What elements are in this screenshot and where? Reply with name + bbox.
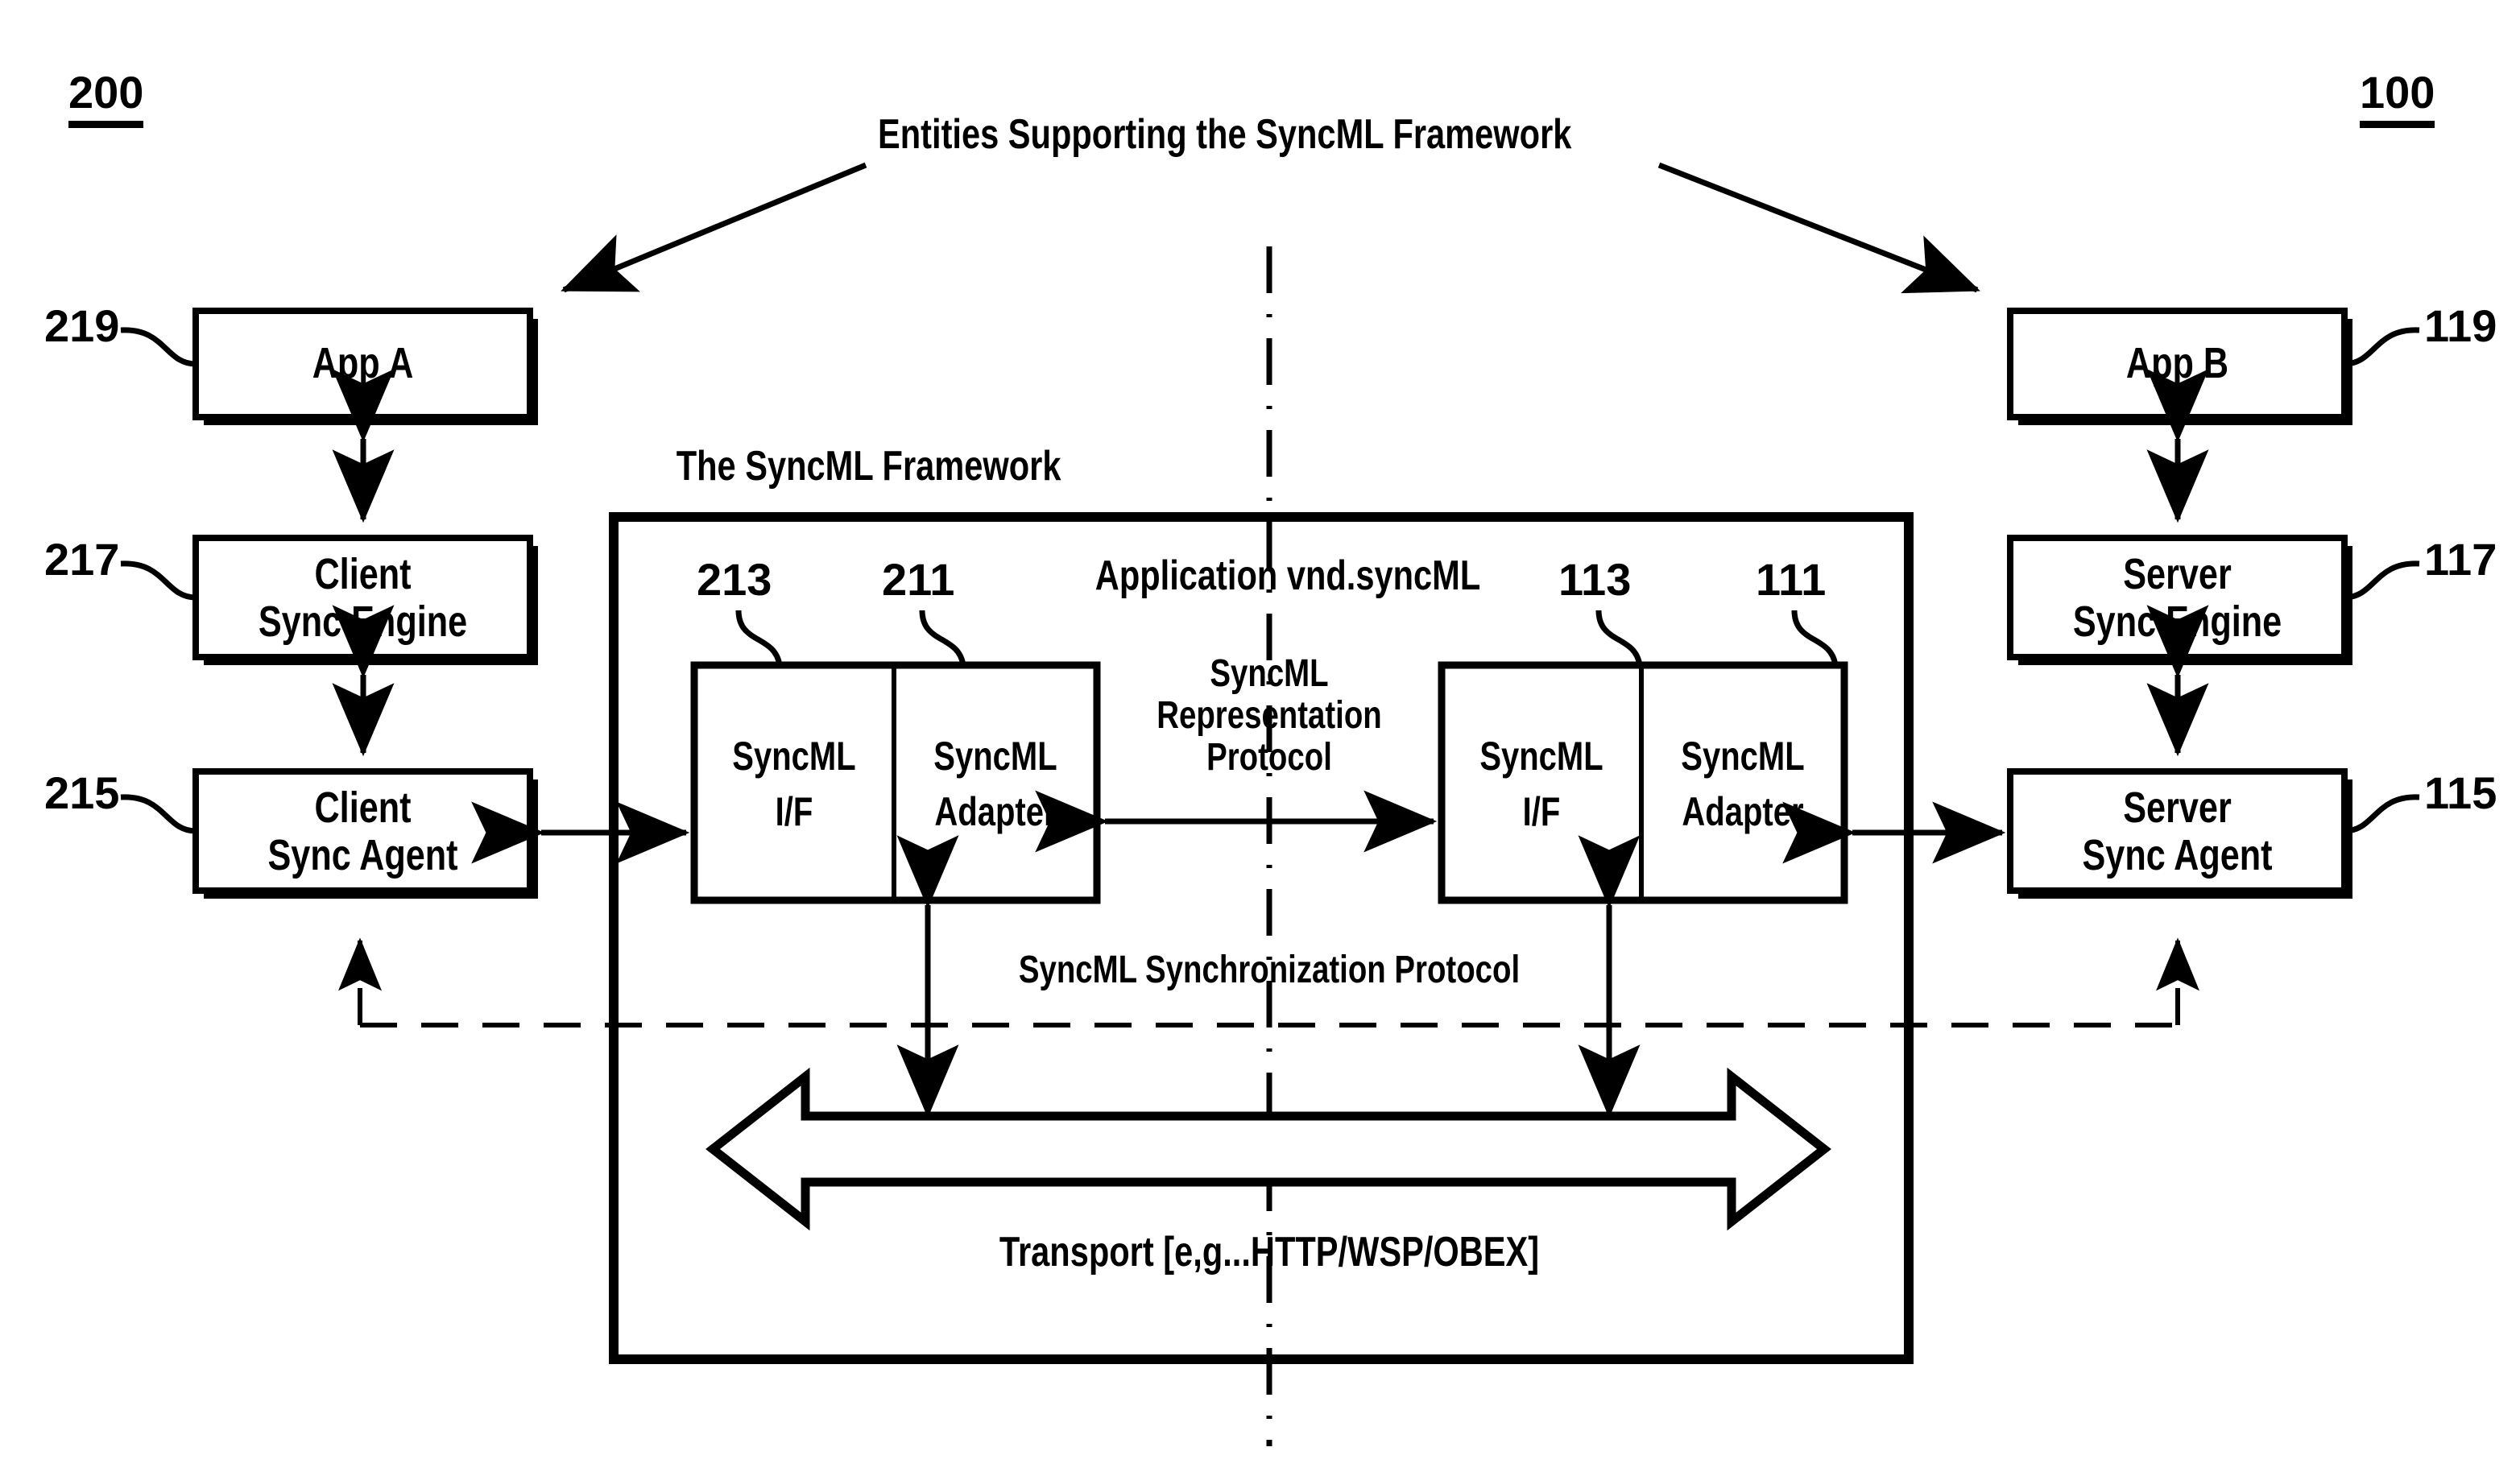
label-client-sync-agent-line1: Client — [314, 784, 412, 832]
refnum-client-syncml-if: 213 — [697, 554, 772, 605]
label-representation-protocol-line2: Representation — [1157, 694, 1382, 737]
label-server-sync-engine-line1: Server — [2123, 550, 2232, 598]
patent-figure-canvas: 200 100 Entities Supporting the SyncML F… — [0, 0, 2520, 1472]
label-client-syncml-adapter-line2: Adapter — [934, 789, 1057, 834]
refnum-server-syncml-if: 113 — [1558, 554, 1632, 605]
label-server-syncml-if-line2: I/F — [1522, 789, 1561, 834]
label-app-b: App B — [2125, 339, 2229, 387]
refnum-client-system: 200 — [68, 68, 144, 129]
leader-113 — [1595, 610, 1643, 666]
refnum-server-sync-engine: 117 — [2424, 534, 2497, 585]
leader-213 — [735, 610, 783, 666]
leader-111 — [1791, 610, 1839, 666]
label-server-syncml-adapter-line2: Adapter — [1682, 789, 1804, 834]
refnum-server-system: 100 — [2360, 68, 2435, 129]
label-client-sync-engine-line2: Sync Engine — [258, 597, 468, 646]
label-client-sync-engine-line1: Client — [314, 550, 412, 598]
leader-219 — [120, 327, 197, 367]
label-synchronization-protocol: SyncML Synchronization Protocol — [1018, 949, 1521, 991]
label-server-sync-agent-line1: Server — [2123, 784, 2232, 832]
figure-title: Entities Supporting the SyncML Framework — [878, 111, 1572, 158]
title-leader-arrow-left — [561, 162, 867, 293]
title-leader-arrow-right — [1657, 162, 1980, 294]
label-client-syncml-if-line1: SyncML — [732, 734, 856, 779]
label-server-syncml-if-line1: SyncML — [1479, 734, 1603, 779]
label-client-syncml-if-line2: I/F — [775, 789, 813, 834]
leader-215 — [120, 794, 197, 834]
refnum-client-sync-agent: 215 — [44, 767, 120, 818]
label-server-syncml-adapter-line1: SyncML — [1681, 734, 1805, 779]
framework-title: The SyncML Framework — [676, 443, 1061, 490]
label-transport: Transport [e,g...HTTP/WSP/OBEX] — [999, 1229, 1540, 1276]
leader-217 — [120, 560, 197, 601]
label-app-a: App A — [312, 339, 414, 387]
leader-211 — [919, 610, 966, 666]
label-server-sync-engine-line2: Sync Engine — [2072, 597, 2282, 646]
leader-117 — [2344, 560, 2420, 601]
application-type-label: Application vnd.syncML — [1094, 552, 1481, 599]
leader-115 — [2344, 794, 2420, 834]
label-client-syncml-adapter-line1: SyncML — [933, 734, 1057, 779]
refnum-client-syncml-adapter: 211 — [882, 554, 955, 605]
label-server-sync-agent-line2: Sync Agent — [2082, 831, 2273, 879]
refnum-app-a: 219 — [44, 300, 120, 351]
label-representation-protocol-line1: SyncML — [1210, 652, 1329, 695]
refnum-client-sync-engine: 217 — [44, 534, 120, 585]
refnum-server-sync-agent: 115 — [2424, 767, 2497, 818]
label-client-sync-agent-line2: Sync Agent — [267, 831, 458, 879]
refnum-app-b: 119 — [2424, 300, 2497, 351]
refnum-server-syncml-adapter: 111 — [1756, 554, 1827, 605]
label-representation-protocol-line3: Protocol — [1206, 736, 1332, 779]
leader-119 — [2344, 327, 2420, 367]
